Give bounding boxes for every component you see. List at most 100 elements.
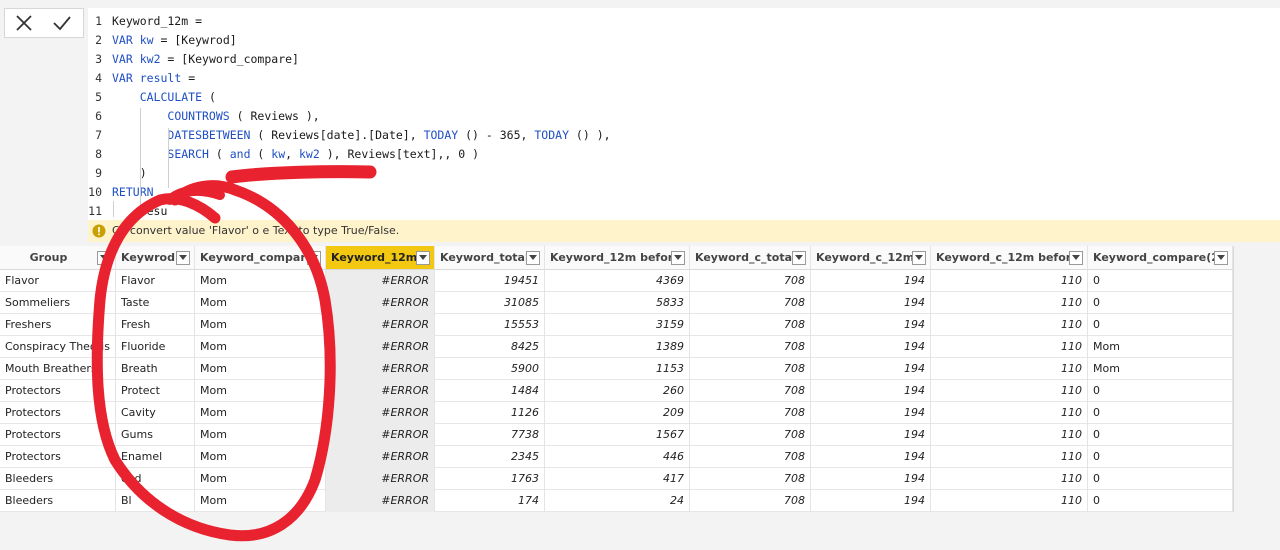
table-cell-keyword-compare[interactable]: Mom <box>195 424 326 446</box>
commit-formula-button[interactable] <box>43 9 81 37</box>
table-cell-keyword-compare[interactable]: Mom <box>195 358 326 380</box>
table-cell-keyword-c-12m[interactable]: 194 <box>811 358 931 380</box>
table-cell-keywrod[interactable]: Cavity <box>116 402 195 424</box>
table-cell-keyword-compare[interactable]: Mom <box>195 336 326 358</box>
table-cell-keyword-total[interactable]: 2345 <box>435 446 545 468</box>
table-cell-group[interactable]: Protectors <box>0 446 116 468</box>
column-header-keyword-c-12m-before[interactable]: Keyword_c_12m before <box>931 246 1088 270</box>
table-cell-keyword-compare-2-[interactable]: 0 <box>1088 446 1233 468</box>
chevron-down-icon[interactable] <box>912 250 926 265</box>
table-cell-keyword-12m[interactable]: #ERROR <box>326 446 435 468</box>
table-cell-keyword-12m-before[interactable]: 24 <box>545 490 690 512</box>
table-cell-keyword-compare[interactable]: Mom <box>195 402 326 424</box>
table-cell-keywrod[interactable]: Gums <box>116 424 195 446</box>
table-cell-keyword-12m-before[interactable]: 1567 <box>545 424 690 446</box>
table-cell-group[interactable]: Flavor <box>0 270 116 292</box>
table-cell-keyword-c-12m-before[interactable]: 110 <box>931 314 1088 336</box>
table-cell-keyword-compare-2-[interactable]: 0 <box>1088 292 1233 314</box>
table-cell-keyword-total[interactable]: 19451 <box>435 270 545 292</box>
table-cell-keyword-total[interactable]: 31085 <box>435 292 545 314</box>
table-cell-keyword-total[interactable]: 15553 <box>435 314 545 336</box>
table-cell-keyword-12m[interactable]: #ERROR <box>326 424 435 446</box>
table-cell-keyword-c-total[interactable]: 708 <box>690 446 811 468</box>
table-cell-keyword-compare[interactable]: Mom <box>195 380 326 402</box>
table-cell-keyword-compare[interactable]: Mom <box>195 314 326 336</box>
table-cell-keyword-c-12m[interactable]: 194 <box>811 270 931 292</box>
table-cell-keyword-12m-before[interactable]: 3159 <box>545 314 690 336</box>
table-row[interactable]: Freshers Fresh Mom #ERROR 15553 3159 708 194 110… <box>0 314 1233 336</box>
table-cell-keywrod[interactable]: Fresh <box>116 314 195 336</box>
column-header-keyword-compare-2-[interactable]: Keyword_compare(2) <box>1088 246 1233 270</box>
table-cell-keyword-total[interactable]: 1126 <box>435 402 545 424</box>
table-cell-keyword-c-12m-before[interactable]: 110 <box>931 490 1088 512</box>
table-cell-keyword-c-12m[interactable]: 194 <box>811 336 931 358</box>
chevron-down-icon[interactable] <box>416 250 430 265</box>
column-header-keyword-c-12m[interactable]: Keyword_c_12m <box>811 246 931 270</box>
table-cell-keyword-c-total[interactable]: 708 <box>690 468 811 490</box>
table-cell-keyword-c-12m-before[interactable]: 110 <box>931 292 1088 314</box>
table-cell-keyword-c-12m-before[interactable]: 110 <box>931 270 1088 292</box>
table-cell-group[interactable]: Freshers <box>0 314 116 336</box>
table-cell-keyword-12m[interactable]: #ERROR <box>326 270 435 292</box>
column-header-group[interactable]: Group <box>0 246 116 270</box>
table-cell-keyword-12m-before[interactable]: 1153 <box>545 358 690 380</box>
table-row[interactable]: Protectors Cavity Mom #ERROR 1126 209 708 194 11… <box>0 402 1233 424</box>
table-cell-keyword-c-12m[interactable]: 194 <box>811 468 931 490</box>
table-cell-keywrod[interactable]: Breath <box>116 358 195 380</box>
table-cell-keywrod[interactable]: Taste <box>116 292 195 314</box>
table-cell-keyword-12m[interactable]: #ERROR <box>326 314 435 336</box>
table-cell-keyword-c-12m[interactable]: 194 <box>811 402 931 424</box>
table-cell-keyword-compare[interactable]: Mom <box>195 446 326 468</box>
table-cell-group[interactable]: Bleeders <box>0 490 116 512</box>
table-cell-group[interactable]: Protectors <box>0 380 116 402</box>
table-cell-keyword-compare-2-[interactable]: 0 <box>1088 380 1233 402</box>
table-cell-keyword-total[interactable]: 5900 <box>435 358 545 380</box>
table-cell-keyword-12m[interactable]: #ERROR <box>326 490 435 512</box>
table-cell-keyword-compare-2-[interactable]: 0 <box>1088 314 1233 336</box>
table-cell-keyword-c-total[interactable]: 708 <box>690 424 811 446</box>
table-cell-keyword-c-total[interactable]: 708 <box>690 402 811 424</box>
table-cell-keywrod[interactable]: Protect <box>116 380 195 402</box>
table-cell-keyword-c-12m-before[interactable]: 110 <box>931 336 1088 358</box>
table-cell-keyword-compare-2-[interactable]: Mom <box>1088 336 1233 358</box>
dax-formula-editor[interactable]: 1 Keyword_12m = 2 VAR kw = [Keywrod] 3 VAR kw… <box>88 8 1280 220</box>
table-cell-keyword-c-total[interactable]: 708 <box>690 270 811 292</box>
table-cell-group[interactable]: Mouth Breathers <box>0 358 116 380</box>
table-cell-keyword-total[interactable]: 1484 <box>435 380 545 402</box>
table-cell-keywrod[interactable]: eed <box>116 468 195 490</box>
table-row[interactable]: Protectors Enamel Mom #ERROR 2345 446 708 194 11… <box>0 446 1233 468</box>
column-header-keyword-total[interactable]: Keyword_total <box>435 246 545 270</box>
table-row[interactable]: Protectors Gums Mom #ERROR 7738 1567 708 194 110… <box>0 424 1233 446</box>
table-cell-keyword-c-12m-before[interactable]: 110 <box>931 402 1088 424</box>
table-cell-keyword-total[interactable]: 7738 <box>435 424 545 446</box>
table-cell-keyword-12m-before[interactable]: 417 <box>545 468 690 490</box>
table-row[interactable]: Flavor Flavor Mom #ERROR 19451 4369 708 194 110 0 <box>0 270 1233 292</box>
table-cell-keyword-12m-before[interactable]: 209 <box>545 402 690 424</box>
table-row[interactable]: Bleeders Bl Mom #ERROR 174 24 708 194 110 0 <box>0 490 1233 512</box>
column-header-keyword-12m[interactable]: Keyword_12m <box>326 246 435 270</box>
table-cell-keyword-c-total[interactable]: 708 <box>690 380 811 402</box>
cancel-formula-button[interactable] <box>5 9 43 37</box>
table-cell-keyword-c-total[interactable]: 708 <box>690 490 811 512</box>
chevron-down-icon[interactable] <box>97 250 111 265</box>
table-cell-keyword-12m[interactable]: #ERROR <box>326 292 435 314</box>
table-cell-keyword-12m-before[interactable]: 446 <box>545 446 690 468</box>
table-cell-keywrod[interactable]: Flavor <box>116 270 195 292</box>
table-cell-keyword-compare-2-[interactable]: 0 <box>1088 490 1233 512</box>
table-cell-keyword-c-total[interactable]: 708 <box>690 292 811 314</box>
table-cell-keywrod[interactable]: Enamel <box>116 446 195 468</box>
chevron-down-icon[interactable] <box>1069 250 1083 265</box>
table-cell-keyword-c-12m-before[interactable]: 110 <box>931 358 1088 380</box>
table-cell-group[interactable]: Sommeliers <box>0 292 116 314</box>
table-cell-keyword-12m-before[interactable]: 5833 <box>545 292 690 314</box>
table-cell-keywrod[interactable]: Bl <box>116 490 195 512</box>
table-row[interactable]: Protectors Protect Mom #ERROR 1484 260 708 194 1… <box>0 380 1233 402</box>
table-cell-keyword-total[interactable]: 1763 <box>435 468 545 490</box>
table-cell-keyword-compare[interactable]: Mom <box>195 292 326 314</box>
table-cell-group[interactable]: Conspiracy Theoris <box>0 336 116 358</box>
table-cell-keyword-c-total[interactable]: 708 <box>690 336 811 358</box>
table-cell-keyword-c-12m-before[interactable]: 110 <box>931 380 1088 402</box>
table-cell-keyword-total[interactable]: 8425 <box>435 336 545 358</box>
chevron-down-icon[interactable] <box>671 250 685 265</box>
table-cell-group[interactable]: Protectors <box>0 424 116 446</box>
